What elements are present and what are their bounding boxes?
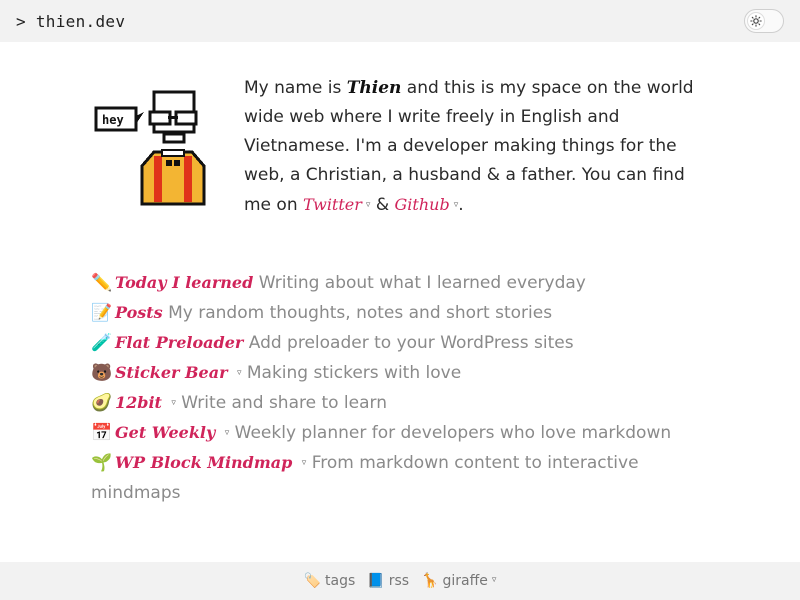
project-emoji-icon: 🥑 [91, 393, 113, 413]
project-emoji-icon: 🧪 [91, 333, 113, 353]
author-name: Thien [346, 78, 402, 98]
project-description: Weekly planner for developers who love m… [234, 423, 672, 443]
project-emoji-icon: 📅 [91, 423, 113, 443]
project-link[interactable]: Get Weekly [115, 423, 215, 442]
project-item: 🧪 Flat Preloader Add preloader to your Wo… [91, 328, 711, 358]
project-link[interactable]: Sticker Bear [115, 363, 228, 382]
project-item: ✏️ Today I learned Writing about what I l… [91, 268, 711, 298]
bubble-text: hey [102, 113, 124, 127]
twitter-link[interactable]: Twitter [303, 195, 362, 214]
site-footer: 🏷️ tags 📘 rss 🦒 giraffe ▿ [0, 562, 800, 600]
project-item: 🥑 12bit ▿ Write and share to learn [91, 388, 711, 418]
project-link[interactable]: Today I learned [115, 273, 253, 292]
footer-tags-link[interactable]: 🏷️ tags [304, 573, 356, 589]
project-link[interactable]: Posts [115, 303, 163, 322]
label-icon: 🏷️ [303, 573, 322, 589]
footer-rss-link[interactable]: 📘 rss [367, 573, 409, 589]
project-list: ✏️ Today I learned Writing about what I l… [91, 268, 711, 508]
project-description: Writing about what I learned everyday [258, 273, 586, 293]
project-link[interactable]: Flat Preloader [115, 333, 243, 352]
project-description: Add preloader to your WordPress sites [248, 333, 574, 353]
project-description: My random thoughts, notes and short stor… [168, 303, 553, 323]
github-link[interactable]: Github [395, 195, 450, 214]
project-emoji-icon: 🌱 [91, 453, 113, 473]
project-description: Making stickers with love [246, 363, 462, 383]
footer-giraffe-link[interactable]: 🦒 giraffe ▿ [421, 573, 496, 589]
site-title-link[interactable]: > thien.dev [16, 12, 125, 31]
external-link-icon: ▿ [236, 368, 242, 378]
external-link-icon: ▿ [491, 575, 497, 585]
project-item: 🌱 WP Block Mindmap ▿ From markdown conten… [91, 448, 711, 508]
giraffe-icon: 🦒 [421, 573, 439, 589]
project-link[interactable]: 12bit [115, 393, 162, 412]
external-link-icon: ▿ [301, 458, 307, 468]
external-link-icon: ▿ [171, 398, 176, 408]
project-item: 📅 Get Weekly ▿ Weekly planner for develop… [91, 418, 711, 448]
intro-section: hey My name is Thien and this is my spac… [92, 78, 712, 216]
theme-toggle[interactable] [744, 9, 784, 33]
project-emoji-icon: 📝 [91, 303, 113, 323]
sun-icon [747, 12, 765, 30]
book-icon: 📘 [367, 573, 385, 589]
project-description: Write and share to learn [181, 393, 388, 413]
pixel-avatar: hey [94, 90, 206, 206]
project-emoji-icon: ✏️ [91, 273, 113, 293]
project-item: 🐻 Sticker Bear ▿ Making stickers with lov… [91, 358, 711, 388]
project-emoji-icon: 🐻 [91, 363, 113, 383]
external-link-icon: ▿ [224, 428, 230, 438]
bio-text: My name is Thien and this is my space on… [244, 78, 694, 215]
project-item: 📝 Posts My random thoughts, notes and sho… [91, 298, 711, 328]
project-link[interactable]: WP Block Mindmap [115, 453, 292, 472]
site-header: > thien.dev [0, 0, 800, 42]
